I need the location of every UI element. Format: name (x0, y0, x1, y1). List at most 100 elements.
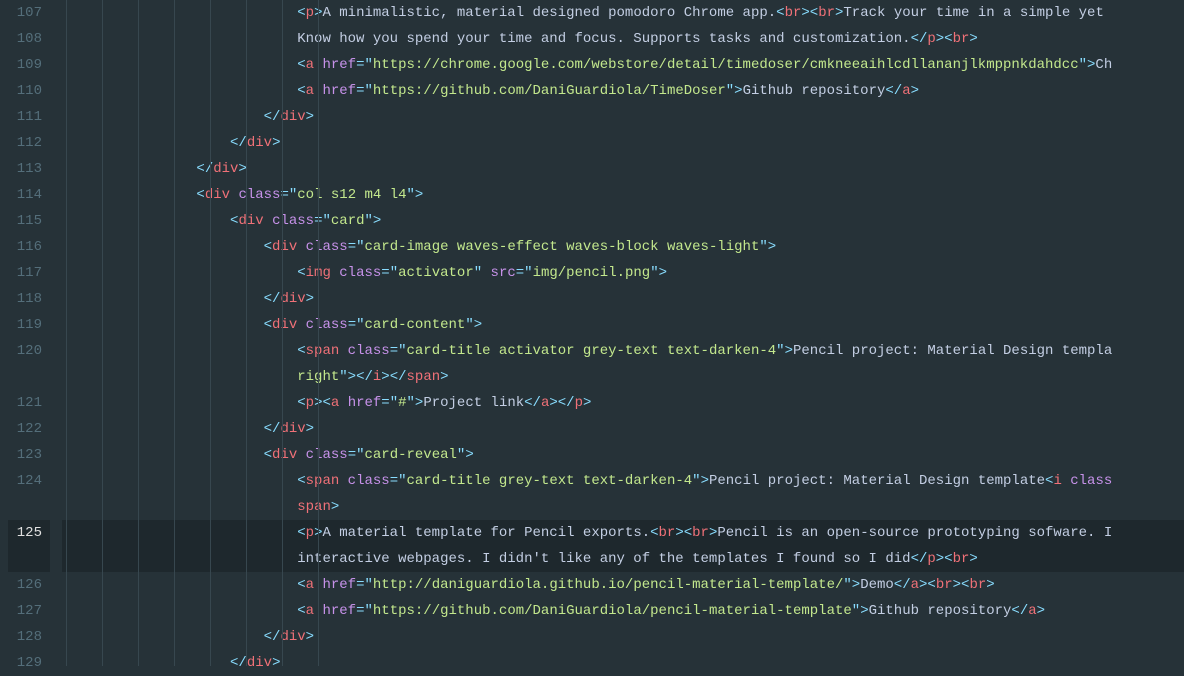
line-number-gutter: 1071081091101111121131141151161171181191… (0, 0, 58, 666)
token-p: > (306, 421, 314, 437)
line-number[interactable]: 116 (8, 234, 50, 260)
line-number[interactable]: 113 (8, 156, 50, 182)
code-line[interactable]: <p>A material template for Pencil export… (62, 520, 1184, 546)
token-s: activator (398, 265, 474, 281)
token-a: href (322, 57, 356, 73)
token-s: card-title grey-text text-darken-4 (407, 473, 693, 489)
line-number[interactable]: 107 (8, 0, 50, 26)
code-line[interactable]: <div class="card-content"> (62, 312, 1184, 338)
code-line[interactable]: <div class="card"> (62, 208, 1184, 234)
token-p: = (348, 239, 356, 255)
token-p: = (381, 395, 389, 411)
line-number[interactable]: 123 (8, 442, 50, 468)
code-line[interactable]: <div class="card-reveal"> (62, 442, 1184, 468)
line-number[interactable] (8, 494, 50, 520)
token-p: ></ (348, 369, 373, 385)
token-p: " (759, 239, 767, 255)
line-number[interactable]: 118 (8, 286, 50, 312)
code-line[interactable]: <a href="https://chrome.google.com/webst… (62, 52, 1184, 78)
token-p: </ (264, 109, 281, 125)
line-number[interactable]: 129 (8, 650, 50, 676)
line-number[interactable]: 111 (8, 104, 50, 130)
code-line[interactable]: <span class="card-title grey-text text-d… (62, 468, 1184, 494)
token-t: div (272, 447, 297, 463)
token-p: > (373, 213, 381, 229)
line-number[interactable]: 115 (8, 208, 50, 234)
token-a: href (322, 603, 356, 619)
token-p: > (474, 317, 482, 333)
code-line[interactable]: </div> (62, 624, 1184, 650)
line-number[interactable]: 120 (8, 338, 50, 364)
indent-guide (174, 0, 175, 666)
code-editor[interactable]: 1071081091101111121131141151161171181191… (0, 0, 1184, 666)
code-line[interactable]: <a href="https://github.com/DaniGuardiol… (62, 78, 1184, 104)
line-number[interactable]: 119 (8, 312, 50, 338)
line-number[interactable] (8, 546, 50, 572)
token-t: br (953, 551, 970, 567)
indent (62, 577, 297, 593)
token-p: < (297, 525, 305, 541)
code-line[interactable]: </div> (62, 650, 1184, 676)
code-line[interactable]: <a href="https://github.com/DaniGuardiol… (62, 598, 1184, 624)
code-line[interactable]: </div> (62, 286, 1184, 312)
code-line[interactable]: interactive webpages. I didn't like any … (62, 546, 1184, 572)
token-t: div (247, 655, 272, 671)
line-number[interactable]: 110 (8, 78, 50, 104)
token-t: span (306, 473, 340, 489)
code-line[interactable]: </div> (62, 130, 1184, 156)
token-t: div (272, 317, 297, 333)
code-line[interactable]: <a href="http://daniguardiola.github.io/… (62, 572, 1184, 598)
code-line[interactable]: Know how you spend your time and focus. … (62, 26, 1184, 52)
token-w (297, 239, 305, 255)
token-p: " (364, 577, 372, 593)
line-number[interactable]: 114 (8, 182, 50, 208)
indent (62, 57, 297, 73)
line-number[interactable]: 126 (8, 572, 50, 598)
code-line[interactable]: </div> (62, 104, 1184, 130)
token-x: A minimalistic, material designed pomodo… (322, 5, 776, 21)
token-p: > (272, 135, 280, 151)
line-number[interactable]: 109 (8, 52, 50, 78)
code-line[interactable]: <span class="card-title activator grey-t… (62, 338, 1184, 364)
code-line[interactable]: right"></i></span> (62, 364, 1184, 390)
token-p: " (726, 83, 734, 99)
token-p: > (852, 577, 860, 593)
code-line[interactable]: <div class="card-image waves-effect wave… (62, 234, 1184, 260)
token-t: a (306, 603, 314, 619)
token-t: div (238, 213, 263, 229)
token-p: </ (230, 135, 247, 151)
code-area[interactable]: <p>A minimalistic, material designed pom… (58, 0, 1184, 666)
token-p: < (297, 57, 305, 73)
indent (62, 135, 230, 151)
indent-guide (138, 0, 139, 666)
token-a: href (348, 395, 382, 411)
token-t: a (306, 57, 314, 73)
code-line[interactable]: <p>A minimalistic, material designed pom… (62, 0, 1184, 26)
code-line[interactable]: <img class="activator" src="img/pencil.p… (62, 260, 1184, 286)
line-number[interactable]: 108 (8, 26, 50, 52)
code-line[interactable]: <p><a href="#">Project link</a></p> (62, 390, 1184, 416)
line-number[interactable]: 125 (8, 520, 50, 546)
token-t: a (902, 83, 910, 99)
code-line[interactable]: </div> (62, 416, 1184, 442)
line-number[interactable]: 112 (8, 130, 50, 156)
code-line[interactable]: </div> (62, 156, 1184, 182)
indent-guide (102, 0, 103, 666)
token-s: http://daniguardiola.github.io/pencil-ma… (373, 577, 843, 593)
line-number[interactable]: 127 (8, 598, 50, 624)
token-t: a (306, 83, 314, 99)
token-p: >< (675, 525, 692, 541)
line-number[interactable] (8, 364, 50, 390)
line-number[interactable]: 128 (8, 624, 50, 650)
token-p: < (650, 525, 658, 541)
token-x: Pencil project: Material Design template (709, 473, 1045, 489)
line-number[interactable]: 121 (8, 390, 50, 416)
line-number[interactable]: 124 (8, 468, 50, 494)
code-line[interactable]: span> (62, 494, 1184, 520)
token-p: < (297, 473, 305, 489)
line-number[interactable]: 122 (8, 416, 50, 442)
token-p: </ (911, 31, 928, 47)
line-number[interactable]: 117 (8, 260, 50, 286)
indent (62, 161, 196, 177)
code-line[interactable]: <div class="col s12 m4 l4"> (62, 182, 1184, 208)
